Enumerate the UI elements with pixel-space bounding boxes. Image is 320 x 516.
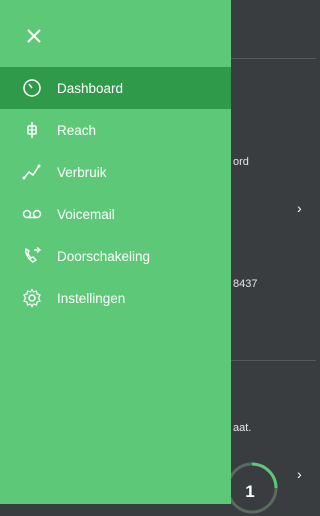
usage-icon [22,162,42,182]
reach-icon [22,120,42,140]
menu-item-label: Verbruik [57,164,107,180]
menu-item-dashboard[interactable]: Dashboard [0,67,231,109]
menu-item-label: Instellingen [57,290,126,306]
dashboard-icon [22,78,42,98]
background-text-2: 8437 [233,278,258,290]
call-forward-icon [22,246,42,266]
background-text-3: aat. [233,422,252,434]
navigation-drawer: Dashboard Reach Verbruik Voicemail Doors… [0,0,231,504]
menu-item-voicemail[interactable]: Voicemail [0,193,231,235]
drawer-menu: Dashboard Reach Verbruik Voicemail Doors… [0,67,231,319]
menu-item-label: Dashboard [57,80,124,96]
menu-item-label: Doorschakeling [57,248,151,264]
menu-item-instellingen[interactable]: Instellingen [0,277,231,319]
background-divider-2 [231,360,316,361]
menu-item-label: Reach [57,122,97,138]
menu-item-reach[interactable]: Reach [0,109,231,151]
menu-item-verbruik[interactable]: Verbruik [0,151,231,193]
voicemail-icon [22,204,42,224]
close-button[interactable] [20,22,48,50]
chevron-right-icon-2[interactable]: › [297,466,302,482]
close-icon [27,29,41,43]
settings-icon [22,288,42,308]
count-badge: 1 [245,482,255,501]
menu-item-label: Voicemail [57,206,115,222]
menu-item-doorschakeling[interactable]: Doorschakeling [0,235,231,277]
chevron-right-icon[interactable]: › [297,200,302,216]
background-divider [231,58,316,59]
background-text-1: ord [233,156,249,168]
